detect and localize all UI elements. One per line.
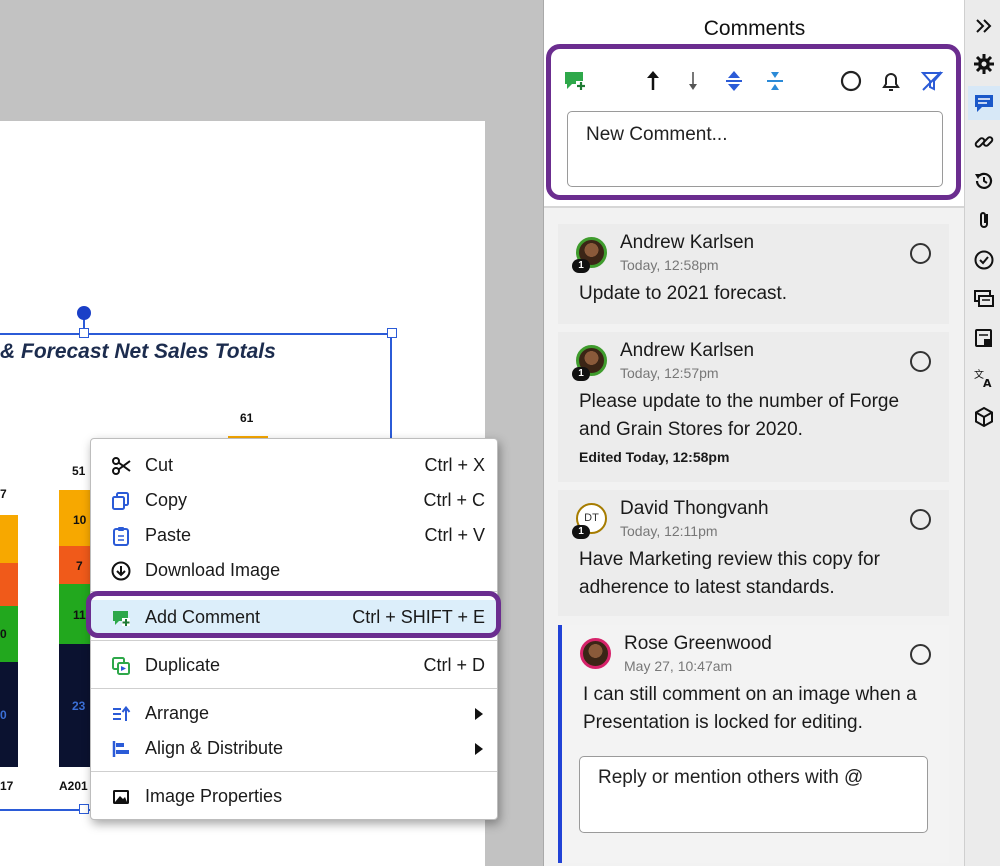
paperclip-icon[interactable] (973, 209, 995, 231)
notes-icon[interactable] (973, 327, 995, 349)
link-icon[interactable] (973, 131, 995, 153)
menu-item-download-image[interactable]: Download Image (91, 553, 497, 587)
comment-card[interactable]: DT 1 David Thongvanh Today, 12:11pm Have… (558, 490, 949, 616)
menu-item-image-properties[interactable]: Image Properties (91, 779, 497, 813)
menu-item-shortcut: Ctrl + C (423, 490, 485, 510)
comment-time: May 27, 10:47am (624, 658, 733, 674)
comments-list: 1 Andrew Karlsen Today, 12:58pm Update t… (544, 208, 965, 866)
menu-item-shortcut: Ctrl + D (423, 655, 485, 675)
arrange-icon (113, 705, 131, 721)
menu-item-paste[interactable]: Paste Ctrl + V (91, 518, 497, 552)
resize-handle[interactable] (79, 328, 89, 338)
duplicate-icon (112, 657, 130, 675)
comment-body: Please update to the number of Forge and… (579, 391, 900, 440)
rotation-handle[interactable] (77, 306, 91, 320)
comment-author: Andrew Karlsen (620, 340, 755, 361)
clipboard-icon (113, 527, 129, 546)
side-toolbar: 文A (964, 0, 1000, 866)
image-icon (113, 790, 129, 804)
resolve-icon[interactable] (910, 644, 931, 665)
menu-item-duplicate[interactable]: Duplicate Ctrl + D (91, 648, 497, 682)
avatar (580, 638, 611, 669)
resize-handle[interactable] (79, 804, 89, 814)
svg-text:A: A (983, 377, 992, 389)
history-icon[interactable] (973, 170, 995, 192)
comment-time: Today, 12:57pm (620, 365, 719, 381)
comment-card-active[interactable]: Rose Greenwood May 27, 10:47am I can sti… (558, 625, 949, 863)
count-badge: 1 (572, 259, 590, 273)
download-icon (111, 561, 131, 581)
messages-icon[interactable] (973, 288, 995, 310)
menu-item-label: Copy (145, 490, 188, 510)
gear-icon[interactable] (973, 53, 995, 75)
menu-divider (91, 640, 497, 641)
comment-time: Today, 12:58pm (620, 257, 719, 273)
menu-item-copy[interactable]: Copy Ctrl + C (91, 483, 497, 517)
menu-item-label: Arrange (145, 703, 210, 723)
panel-title: Comments (703, 17, 806, 40)
align-left-icon (112, 741, 129, 757)
resolve-icon[interactable] (910, 243, 931, 264)
menu-item-label: Cut (145, 455, 174, 475)
comment-author: David Thongvanh (620, 498, 769, 519)
menu-divider (91, 771, 497, 772)
resolve-icon[interactable] (910, 509, 931, 530)
menu-item-cut[interactable]: Cut Ctrl + X (91, 448, 497, 482)
count-badge: 1 (572, 367, 590, 381)
menu-item-label: Paste (145, 525, 192, 545)
menu-divider (91, 688, 497, 689)
menu-item-label: Duplicate (145, 655, 221, 675)
comment-body: Update to 2021 forecast. (579, 283, 788, 304)
comments-icon[interactable] (973, 92, 995, 114)
translate-icon[interactable]: 文A (973, 367, 995, 389)
menu-item-label: Align & Distribute (145, 738, 284, 758)
comment-body: I can still comment on an image when a P… (583, 684, 917, 733)
submenu-arrow-icon (475, 743, 483, 755)
menu-item-shortcut: Ctrl + X (424, 455, 485, 475)
reply-input[interactable]: Reply or mention others with @ (579, 756, 928, 833)
comment-time: Today, 12:11pm (620, 523, 718, 539)
menu-item-shortcut: Ctrl + V (424, 525, 485, 545)
comment-author: Andrew Karlsen (620, 232, 755, 253)
highlight-outline (546, 44, 961, 200)
resolve-icon[interactable] (910, 351, 931, 372)
comment-edited: Edited Today, 12:58pm (579, 449, 730, 465)
chevrons-right-icon[interactable] (973, 15, 995, 37)
check-circle-icon[interactable] (973, 249, 995, 271)
comment-author: Rose Greenwood (624, 633, 772, 654)
highlight-outline (86, 591, 501, 638)
resize-handle[interactable] (387, 328, 397, 338)
comment-card[interactable]: 1 Andrew Karlsen Today, 12:57pm Please u… (558, 332, 949, 482)
menu-item-align-distribute[interactable]: Align & Distribute (91, 731, 497, 765)
comment-body: Have Marketing review this copy for adhe… (579, 549, 880, 598)
submenu-arrow-icon (475, 708, 483, 720)
cube-icon[interactable] (973, 406, 995, 428)
comments-panel: Comments New Comment... 1 Andrew Karlsen… (543, 0, 965, 866)
menu-item-arrange[interactable]: Arrange (91, 696, 497, 730)
comment-card[interactable]: 1 Andrew Karlsen Today, 12:58pm Update t… (558, 224, 949, 324)
menu-item-label: Download Image (145, 560, 281, 580)
copy-icon (112, 492, 129, 510)
menu-item-label: Image Properties (145, 786, 283, 806)
count-badge: 1 (572, 525, 590, 539)
scissors-icon (112, 457, 131, 475)
